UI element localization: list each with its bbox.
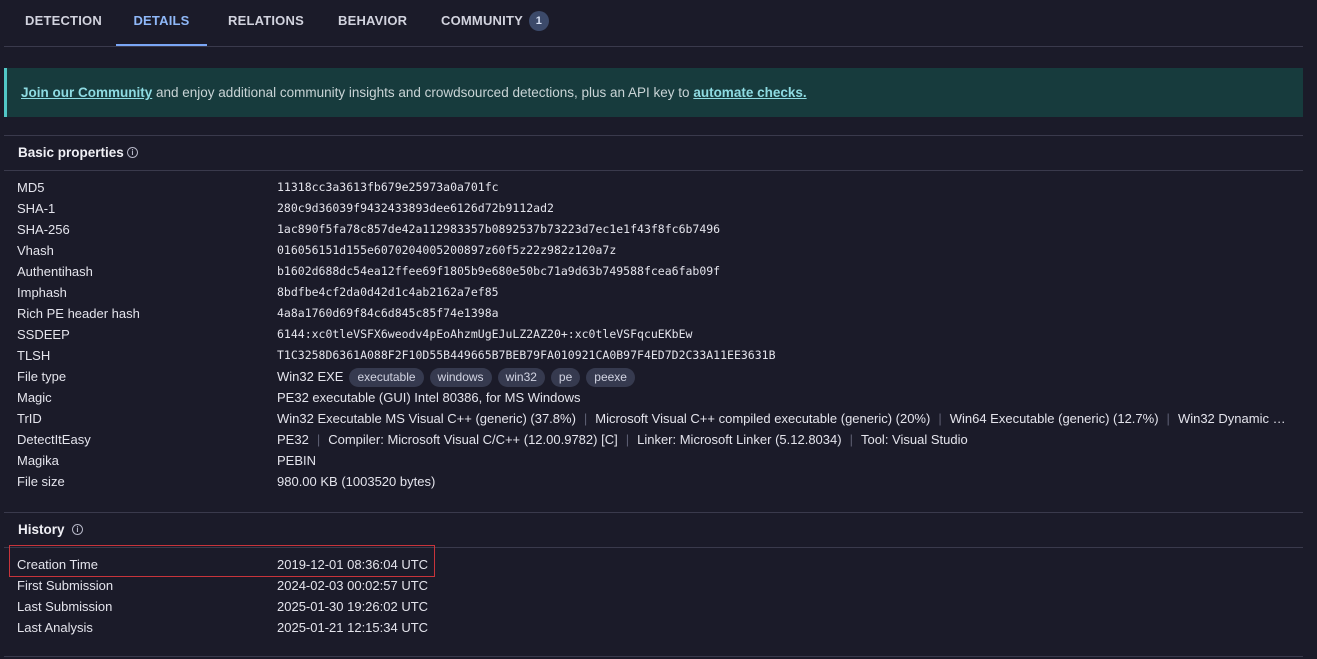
separator: | bbox=[316, 432, 321, 447]
file-type-value: Win32 EXE executable windows win32 pe peexe bbox=[277, 366, 635, 388]
tab-details[interactable]: DETAILS bbox=[116, 0, 207, 46]
tab-behavior[interactable]: BEHAVIOR bbox=[338, 0, 407, 44]
die-entry: Linker: Microsoft Linker (5.12.8034) bbox=[637, 432, 842, 447]
property-label: File size bbox=[17, 474, 65, 489]
property-label: TLSH bbox=[17, 348, 51, 363]
trid-entry: Microsoft Visual C++ compiled executable… bbox=[595, 411, 931, 426]
info-icon[interactable]: i bbox=[72, 524, 83, 535]
property-label: Rich PE header hash bbox=[17, 306, 140, 321]
separator: | bbox=[583, 411, 588, 426]
vhash-value: 016056151d155e6070204005200897z60f5z22z9… bbox=[277, 243, 617, 257]
ssdeep-value: 6144:xc0tleVSFX6weodv4pEoAhzmUgEJuLZ2AZ2… bbox=[277, 327, 693, 341]
tab-detection[interactable]: DETECTION bbox=[25, 0, 102, 44]
authentihash-value: b1602d688dc54ea12ffee69f1805b9e680e50bc7… bbox=[277, 264, 721, 278]
join-community-link[interactable]: Join our Community bbox=[21, 85, 152, 100]
basic-properties-header: Basic properties i bbox=[4, 135, 1303, 171]
automate-checks-link[interactable]: automate checks. bbox=[693, 85, 806, 100]
history-label: First Submission bbox=[17, 578, 114, 593]
trid-entry: Win64 Executable (generic) (12.7%) bbox=[949, 411, 1159, 426]
property-label: Vhash bbox=[17, 243, 54, 258]
property-label: TrID bbox=[17, 411, 42, 426]
tag-chip[interactable]: windows bbox=[429, 368, 492, 388]
property-label: MD5 bbox=[17, 180, 45, 195]
basic-properties-title: Basic properties bbox=[18, 145, 124, 160]
tab-community-label: COMMUNITY bbox=[441, 13, 523, 28]
property-label: SHA-1 bbox=[17, 201, 56, 216]
trid-entry: Win32 Executable MS Visual C++ (generic)… bbox=[277, 411, 576, 426]
property-label: Imphash bbox=[17, 285, 67, 300]
separator: | bbox=[1166, 411, 1170, 426]
history-label: Last Analysis bbox=[17, 620, 93, 635]
last-submission-value: 2025-01-30 19:26:02 UTC bbox=[277, 599, 429, 614]
property-label: SSDEEP bbox=[17, 327, 70, 342]
tag-chip[interactable]: executable bbox=[349, 368, 424, 388]
tab-relations[interactable]: RELATIONS bbox=[228, 0, 304, 44]
history-header: History i bbox=[4, 512, 1303, 548]
tab-community[interactable]: COMMUNITY 1 bbox=[441, 0, 549, 44]
tag-chip[interactable]: peexe bbox=[586, 368, 635, 388]
trid-value: Win32 Executable MS Visual C++ (generic)… bbox=[277, 408, 1287, 429]
detectiteasy-value: PE32 | Compiler: Microsoft Visual C/C++ (1… bbox=[277, 429, 968, 450]
tlsh-value: T1C3258D6361A088F2F10D55B449665B7BEB79FA… bbox=[277, 348, 776, 362]
tag-chip[interactable]: win32 bbox=[497, 368, 545, 388]
trid-entry: Win32 Dynamic Lin… bbox=[1177, 411, 1287, 426]
community-count-badge: 1 bbox=[528, 10, 549, 31]
first-submission-value: 2024-02-03 00:02:57 UTC bbox=[277, 578, 429, 593]
history-label: Last Submission bbox=[17, 599, 113, 614]
banner-text: and enjoy additional community insights … bbox=[152, 85, 694, 100]
community-banner: Join our Community and enjoy additional … bbox=[4, 68, 1303, 117]
info-icon[interactable]: i bbox=[127, 147, 138, 158]
md5-value: 11318cc3a3613fb679e25973a0a701fc bbox=[277, 180, 499, 194]
rich-pe-hash-value[interactable]: 4a8a1760d69f84c6d845c85f74e1398a bbox=[277, 303, 499, 324]
property-label: Authentihash bbox=[17, 264, 93, 279]
magika-value: PEBIN bbox=[277, 453, 317, 468]
separator: | bbox=[849, 432, 853, 447]
divider bbox=[4, 656, 1303, 657]
property-label: Magika bbox=[17, 453, 59, 468]
property-label: Magic bbox=[17, 390, 52, 405]
property-label: File type bbox=[17, 369, 67, 384]
history-title: History bbox=[18, 522, 65, 537]
last-analysis-value: 2025-01-21 12:15:34 UTC bbox=[277, 620, 429, 635]
die-entry: PE32 bbox=[277, 432, 309, 447]
die-entry: Compiler: Microsoft Visual C/C++ (12.00.… bbox=[328, 432, 618, 447]
magic-value: PE32 executable (GUI) Intel 80386, for M… bbox=[277, 390, 581, 405]
file-type-text: Win32 EXE bbox=[277, 369, 344, 384]
separator: | bbox=[625, 432, 630, 447]
sha256-value: 1ac890f5fa78c857de42a112983357b0892537b7… bbox=[277, 222, 721, 236]
die-entry: Tool: Visual Studio bbox=[860, 432, 968, 447]
sha1-value: 280c9d36039f9432433893dee6126d72b9112ad2 bbox=[277, 201, 554, 215]
file-size-value: 980.00 KB (1003520 bytes) bbox=[277, 474, 436, 489]
tab-bar: DETECTION DETAILS RELATIONS BEHAVIOR COM… bbox=[4, 0, 1303, 47]
tag-chip[interactable]: pe bbox=[550, 368, 581, 388]
property-label: DetectItEasy bbox=[17, 432, 91, 447]
property-label: SHA-256 bbox=[17, 222, 70, 237]
separator: | bbox=[938, 411, 942, 426]
highlight-box bbox=[9, 545, 435, 577]
imphash-value[interactable]: 8bdfbe4cf2da0d42d1c4ab2162a7ef85 bbox=[277, 282, 499, 303]
